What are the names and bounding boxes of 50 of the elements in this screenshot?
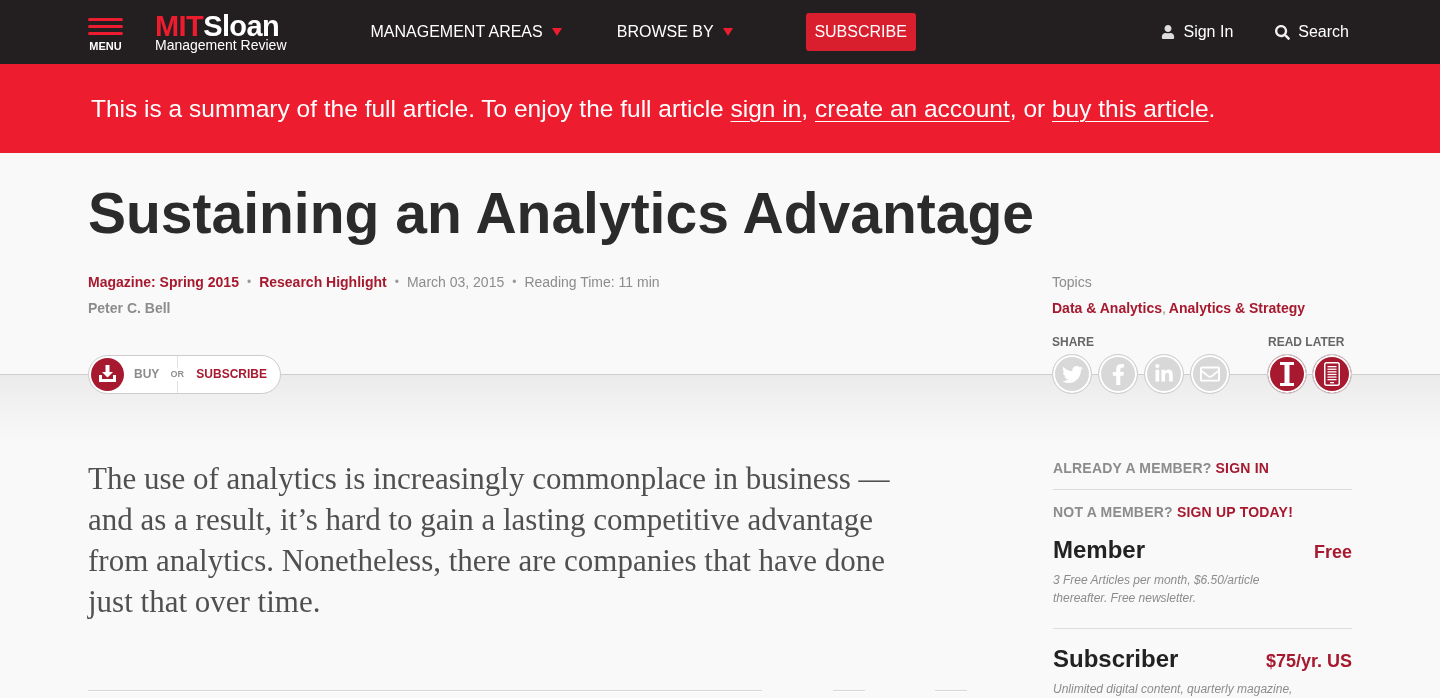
article-info: Reading Time: 11 min — [524, 273, 660, 292]
plan-name: Member — [1053, 535, 1146, 565]
article-summary: The use of analytics is increasingly commonplace in business — and as a result, it’s hard to gain a lasting competitive advantage from analytics. Nonetheless, there are companies that have done just that over time. — [88, 460, 891, 621]
bullet-separator: • — [394, 274, 399, 291]
sign-up-prompt: NOT A MEMBER? SIGN UP TODAY! — [1053, 503, 1294, 522]
notice-link[interactable]: create an account — [815, 94, 1010, 122]
caret-icon — [551, 28, 562, 36]
plan-price: $75/yr. US — [1265, 650, 1352, 672]
plan-price: Free — [1313, 541, 1352, 563]
nav-menu-item[interactable]: MANAGEMENT AREAS — [370, 23, 562, 41]
author-name: Peter C. Bell — [88, 299, 172, 318]
plan-description: 3 Free Articles per month, $6.50/article thereafter. Free newsletter. — [1053, 572, 1261, 607]
in-logo-share-icon[interactable] — [1144, 354, 1184, 394]
topics-label: Topics — [1052, 273, 1093, 292]
notice-link[interactable]: buy this article — [1052, 94, 1209, 122]
envelope-share-icon[interactable] — [1190, 354, 1230, 394]
sign-up-link[interactable]: SIGN UP TODAY! — [1176, 504, 1293, 520]
tablet-icon[interactable] — [1312, 354, 1352, 394]
share-label: SHARE — [1052, 334, 1094, 350]
topic-link[interactable]: Analytics & Strategy — [1168, 300, 1306, 316]
site-logo[interactable]: MITSloan Management Review — [155, 14, 287, 52]
category-link[interactable]: Research Highlight — [259, 272, 387, 292]
notice-link[interactable]: sign in — [730, 94, 802, 122]
summary-notice: This is a summary of the full article. To enjoy the full article sign in, create an account, or buy this article. — [91, 93, 1216, 124]
subscribe-button[interactable]: SUBSCRIBE — [805, 13, 916, 51]
sign-in-link[interactable]: SIGN IN — [1215, 460, 1270, 476]
topic-link[interactable]: Data & Analytics — [1052, 300, 1162, 316]
bullet-separator: • — [246, 274, 252, 291]
menu-icon — [88, 18, 123, 35]
article-title: Sustaining an Analytics Advantage — [88, 182, 1035, 244]
caret-icon — [722, 28, 733, 36]
sign-in-link[interactable]: Sign In — [1161, 23, 1234, 41]
search-icon — [1275, 24, 1291, 40]
user-icon — [1161, 25, 1176, 39]
article-info: March 03, 2015 — [406, 273, 505, 292]
search-link[interactable]: Search — [1275, 23, 1349, 41]
bullet-separator: • — [512, 274, 517, 291]
download-icon — [91, 357, 124, 391]
plan-description: Unlimited digital content, quarterly magazine, — [1053, 681, 1294, 698]
bird-share-icon[interactable] — [1052, 354, 1092, 394]
nav-menu-item[interactable]: BROWSE BY — [616, 23, 733, 41]
plan-name: Subscriber — [1053, 644, 1179, 674]
read-later-label: READ LATER — [1268, 334, 1346, 350]
member-sign-in-prompt: ALREADY A MEMBER? SIGN IN — [1053, 459, 1271, 478]
topic-separator: , — [1161, 300, 1166, 316]
i-beam-icon[interactable] — [1267, 354, 1307, 394]
subscribe-link[interactable]: SUBSCRIBE — [185, 355, 268, 393]
f-logo-share-icon[interactable] — [1098, 354, 1138, 394]
category-link[interactable]: Magazine: Spring 2015 — [88, 272, 239, 292]
menu-button[interactable]: MENU — [88, 18, 123, 52]
